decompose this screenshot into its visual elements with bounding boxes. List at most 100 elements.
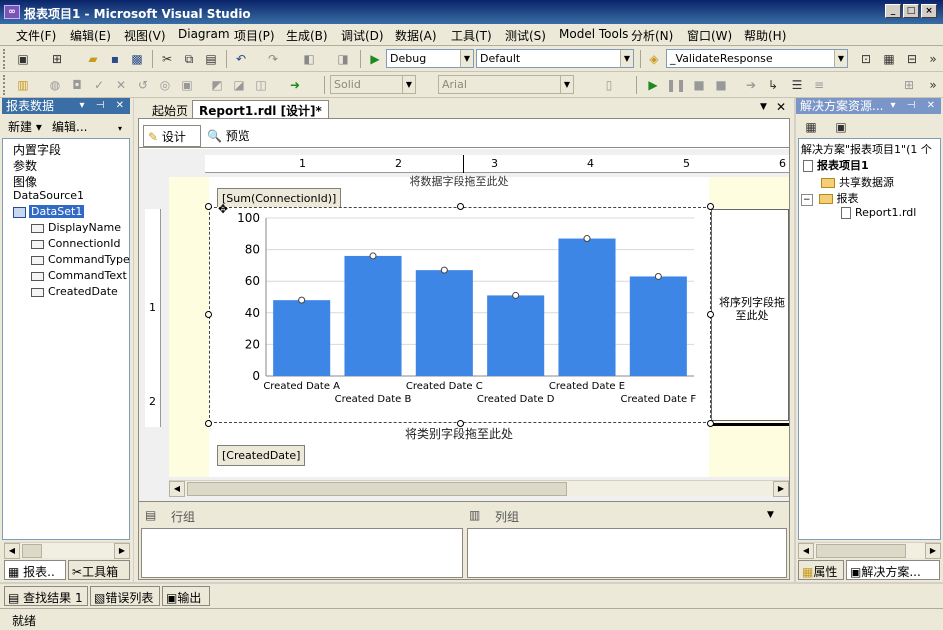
tab-report-data[interactable]: ▦ 报表.. xyxy=(4,560,66,580)
move-handle-icon[interactable]: ✥ xyxy=(218,202,228,216)
menu-file[interactable]: 文件(F) xyxy=(16,27,56,44)
menu-data[interactable]: 数据(A) xyxy=(395,27,437,44)
category-drop-zone[interactable]: 将类别字段拖至此处 xyxy=(209,425,709,442)
menu-view[interactable]: 视图(V) xyxy=(124,27,166,44)
collapse-icon[interactable]: − xyxy=(801,194,813,206)
menu-diagram[interactable]: Diagram xyxy=(178,27,230,41)
align-left-icon[interactable]: ◩ xyxy=(208,76,226,94)
tab-find-results[interactable]: ▤ 查找结果 1 xyxy=(4,586,88,606)
tree-item-field[interactable]: CreatedDate xyxy=(31,285,118,298)
align-center-icon[interactable]: ◪ xyxy=(230,76,248,94)
resize-handle[interactable] xyxy=(707,203,714,210)
new-menu-button[interactable]: 新建 ▾ xyxy=(8,118,42,135)
scroll-left-icon[interactable]: ◀ xyxy=(169,481,185,497)
value-field-button[interactable]: [Sum(ConnectionId)] xyxy=(217,188,342,209)
resize-handle[interactable] xyxy=(707,311,714,318)
column-groups-list[interactable] xyxy=(467,528,787,578)
tree-item-field[interactable]: ConnectionId xyxy=(31,237,120,250)
horizontal-scrollbar[interactable]: ◀ ▶ xyxy=(798,542,941,559)
pointer-icon[interactable]: ◍ xyxy=(46,76,64,94)
navigate-forward-icon[interactable]: ◨ xyxy=(334,50,352,68)
tree-item-parameters[interactable]: 参数 xyxy=(13,157,37,174)
resize-handle[interactable] xyxy=(205,203,212,210)
pause-icon[interactable]: ❚❚ xyxy=(666,76,686,94)
scroll-left-icon[interactable]: ◀ xyxy=(4,543,20,559)
resize-handle[interactable] xyxy=(205,311,212,318)
minimize-button[interactable]: _ xyxy=(885,4,901,18)
target-icon[interactable]: ◎ xyxy=(156,76,174,94)
tab-toolbox[interactable]: ✂工具箱 xyxy=(68,560,130,580)
scroll-right-icon[interactable]: ▶ xyxy=(114,543,130,559)
refresh-icon[interactable]: ↺ xyxy=(134,76,152,94)
align-right-icon[interactable]: ◫ xyxy=(252,76,270,94)
properties-icon[interactable]: ▦ xyxy=(802,118,820,136)
restart-icon[interactable]: ■ xyxy=(712,76,730,94)
scroll-right-icon[interactable]: ▶ xyxy=(773,481,789,497)
data-field-drop-zone[interactable]: 将数据字段拖至此处 xyxy=(209,173,709,189)
toolbar-overflow-icon[interactable]: ▾ xyxy=(118,124,122,133)
chevron-down-icon[interactable]: ▼ xyxy=(402,76,415,93)
menu-help[interactable]: 帮助(H) xyxy=(744,27,786,44)
check-icon[interactable]: ✓ xyxy=(90,76,108,94)
toolbox-icon[interactable]: ⊟ xyxy=(903,50,921,68)
tab-solution-explorer[interactable]: ▣解决方案... xyxy=(846,560,940,580)
tree-item-images[interactable]: 图像 xyxy=(13,173,37,190)
paste-icon[interactable]: ▤ xyxy=(202,50,220,68)
menu-debug[interactable]: 调试(D) xyxy=(341,27,384,44)
horizontal-scrollbar[interactable]: ◀ ▶ xyxy=(4,542,130,559)
close-document-icon[interactable]: ✕ xyxy=(776,100,786,114)
navigate-back-icon[interactable]: ◧ xyxy=(300,50,318,68)
scrollbar-thumb[interactable] xyxy=(816,544,906,558)
start-debugging-icon[interactable]: ▶ xyxy=(366,50,384,68)
tab-properties[interactable]: ▦属性 xyxy=(798,560,844,580)
tab-preview[interactable]: 🔍 预览 xyxy=(207,127,250,144)
solution-explorer-icon[interactable]: ⊡ xyxy=(857,50,875,68)
line-style-select[interactable]: Solid ▼ xyxy=(330,75,416,94)
font-select[interactable]: Arial ▼ xyxy=(438,75,574,94)
grid-icon[interactable]: ▣ xyxy=(178,76,196,94)
tab-design[interactable]: ✎ 设计 xyxy=(143,125,201,147)
menu-analyze[interactable]: 分析(N) xyxy=(631,27,673,44)
tab-report1-design[interactable]: Report1.rdl [设计]* xyxy=(192,100,329,118)
delete-icon[interactable]: ✕ xyxy=(112,76,130,94)
solution-config-select[interactable]: Debug ▼ xyxy=(386,49,474,68)
layout-icon[interactable]: ⊞ xyxy=(900,76,918,94)
step-over-icon[interactable]: ➔ xyxy=(742,76,760,94)
menu-edit[interactable]: 编辑(E) xyxy=(70,27,111,44)
tree-item-dataset[interactable]: DataSet1 xyxy=(13,205,85,218)
chevron-down-icon[interactable]: ▼ xyxy=(834,50,847,67)
tree-item-report-file[interactable]: Report1.rdl xyxy=(841,206,916,219)
run-icon[interactable]: ▶ xyxy=(644,76,662,94)
tree-item-project[interactable]: 报表项目1 xyxy=(803,157,869,173)
show-all-files-icon[interactable]: ▣ xyxy=(832,118,850,136)
menu-project[interactable]: 项目(P) xyxy=(234,27,275,44)
report-properties-icon[interactable]: ▥ xyxy=(14,76,32,94)
tree-item-shared-data-sources[interactable]: 共享数据源 xyxy=(821,174,894,190)
maximize-button[interactable]: □ xyxy=(903,4,919,18)
scroll-left-icon[interactable]: ◀ xyxy=(798,543,814,559)
tree-item-reports[interactable]: − 报表 xyxy=(801,190,859,206)
category-field-button[interactable]: [CreatedDate] xyxy=(217,445,306,466)
undo-icon[interactable]: ↶ xyxy=(232,50,250,68)
find-combo[interactable]: _ValidateResponse ▼ xyxy=(666,49,848,68)
save-all-icon[interactable]: ▩ xyxy=(128,50,146,68)
step-into-icon[interactable]: ↳ xyxy=(764,76,782,94)
chevron-down-icon[interactable]: ▼ xyxy=(620,50,633,67)
stop-icon[interactable]: ■ xyxy=(690,76,708,94)
designer-horizontal-scrollbar[interactable]: ◀ ▶ xyxy=(169,480,789,497)
row-groups-list[interactable] xyxy=(141,528,463,578)
chevron-down-icon[interactable]: ▼ xyxy=(760,102,767,112)
resize-handle[interactable] xyxy=(457,203,464,210)
new-page-icon[interactable]: ▯ xyxy=(600,76,618,94)
chevron-down-icon[interactable]: ▼ xyxy=(767,510,774,520)
solution-platform-select[interactable]: Default ▼ xyxy=(476,49,634,68)
add-item-icon[interactable]: ⊞ xyxy=(48,50,66,68)
menu-tools[interactable]: 工具(T) xyxy=(451,27,492,44)
tree-item-builtin-fields[interactable]: 内置字段 xyxy=(13,141,61,158)
menu-build[interactable]: 生成(B) xyxy=(286,27,328,44)
edit-button[interactable]: 编辑... xyxy=(52,118,87,135)
panel-buttons[interactable]: ▾ ⊣ ✕ xyxy=(891,98,939,114)
save-icon[interactable]: ▪ xyxy=(106,50,124,68)
tab-error-list[interactable]: ▧错误列表 xyxy=(90,586,160,606)
copy-icon[interactable]: ⧉ xyxy=(180,50,198,68)
